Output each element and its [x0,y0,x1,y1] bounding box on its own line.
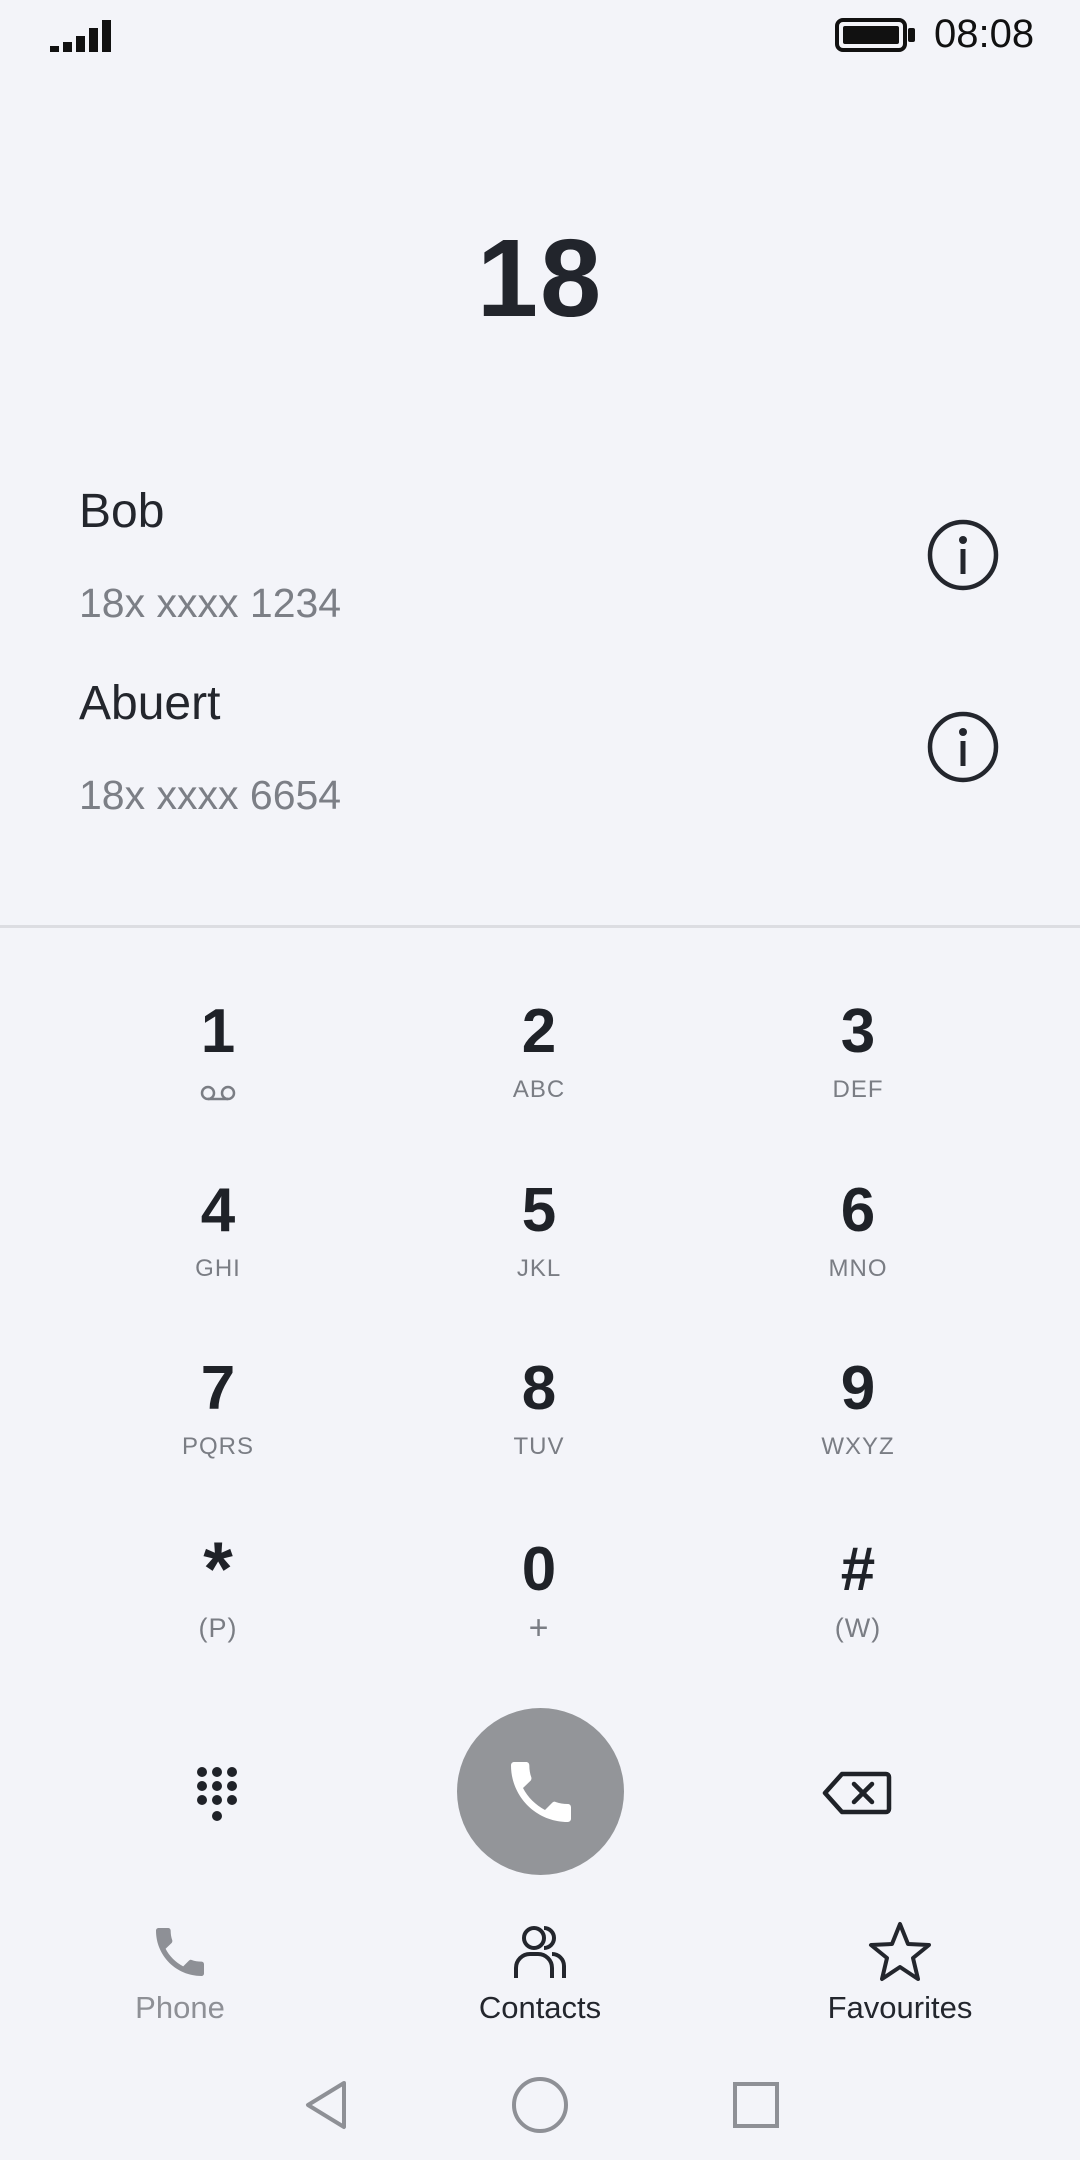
key-letters: GHI [195,1255,241,1282]
suggestion-item[interactable]: Abuert 18x xxxx 6654 [0,662,1080,854]
key-8[interactable]: 8 TUV [429,1347,649,1487]
key-digit: 0 [521,1535,557,1604]
key-digit: 6 [840,1176,876,1245]
key-star[interactable]: * (P) [108,1528,328,1668]
phone-icon [156,1928,204,1976]
battery-full-icon [835,18,915,52]
key-letters: JKL [516,1255,562,1282]
key-letters: PQRS [181,1433,254,1460]
key-2[interactable]: 2 ABC [429,990,649,1130]
key-digit: 9 [840,1354,876,1423]
key-digit: 7 [200,1354,236,1423]
key-digit: 1 [200,997,236,1066]
suggestion-name: Bob [79,485,165,538]
contacts-icon [514,1926,566,1978]
info-icon[interactable] [924,516,1002,594]
key-0[interactable]: 0 + [429,1528,649,1668]
key-letters: ABC [512,1076,566,1103]
call-button[interactable] [457,1708,624,1875]
suggestion-number: 18x xxxx 1234 [79,580,342,626]
tab-label: Favourites [827,1990,973,2025]
key-letters: DEF [832,1076,884,1103]
key-1[interactable]: 1 [108,990,328,1130]
suggestion-number: 18x xxxx 6654 [79,772,342,818]
key-4[interactable]: 4 GHI [108,1169,328,1309]
bottom-tab-bar: Phone Contacts Favourites [0,1920,1080,2040]
key-letters: MNO [828,1255,888,1282]
system-navigation-bar [0,2070,1080,2140]
info-icon[interactable] [924,708,1002,786]
recents-square-icon[interactable] [726,2075,786,2135]
key-digit: 4 [200,1176,236,1245]
key-5[interactable]: 5 JKL [429,1169,649,1309]
status-time: 08:08 [934,12,1035,56]
key-digit: 2 [521,997,557,1066]
key-letters: (W) [834,1613,882,1643]
phone-call-icon [510,1761,571,1822]
voicemail-icon [200,1085,236,1101]
dialer-action-row [0,1705,1080,1875]
key-digit: 3 [840,997,876,1066]
signal-bars-icon [50,20,111,52]
key-letters: + [528,1609,550,1647]
tab-contacts[interactable]: Contacts [420,1920,660,2040]
key-6[interactable]: 6 MNO [748,1169,968,1309]
tab-label: Contacts [478,1990,602,2025]
suggestion-name: Abuert [79,677,221,730]
key-letters: TUV [513,1433,565,1460]
key-7[interactable]: 7 PQRS [108,1347,328,1487]
suggestion-item[interactable]: Bob 18x xxxx 1234 [0,470,1080,662]
divider [0,925,1080,928]
key-digit: 8 [521,1354,557,1423]
key-digit: * [203,1527,233,1612]
key-3[interactable]: 3 DEF [748,990,968,1130]
tab-label: Phone [135,1990,225,2025]
key-digit: 5 [521,1176,557,1245]
dialed-number-display: 18 [476,217,604,340]
dialer-screen: 08:08 18 Bob 18x xxxx 1234 Abuert 18x xx… [0,0,1080,2160]
key-letters: WXYZ [821,1433,895,1460]
tab-favourites[interactable]: Favourites [780,1920,1020,2040]
dialpad-icon[interactable] [192,1762,252,1832]
tab-phone[interactable]: Phone [60,1920,300,2040]
key-letters: (P) [198,1613,238,1643]
star-icon [869,1922,931,1981]
key-9[interactable]: 9 WXYZ [748,1347,968,1487]
home-circle-icon[interactable] [510,2075,570,2135]
key-hash[interactable]: # (W) [748,1528,968,1668]
backspace-icon[interactable] [822,1770,892,1816]
status-bar: 08:08 [0,0,1080,72]
contact-suggestions-list: Bob 18x xxxx 1234 Abuert 18x xxxx 6654 [0,470,1080,854]
back-triangle-icon[interactable] [296,2075,356,2135]
key-digit: # [840,1535,876,1604]
